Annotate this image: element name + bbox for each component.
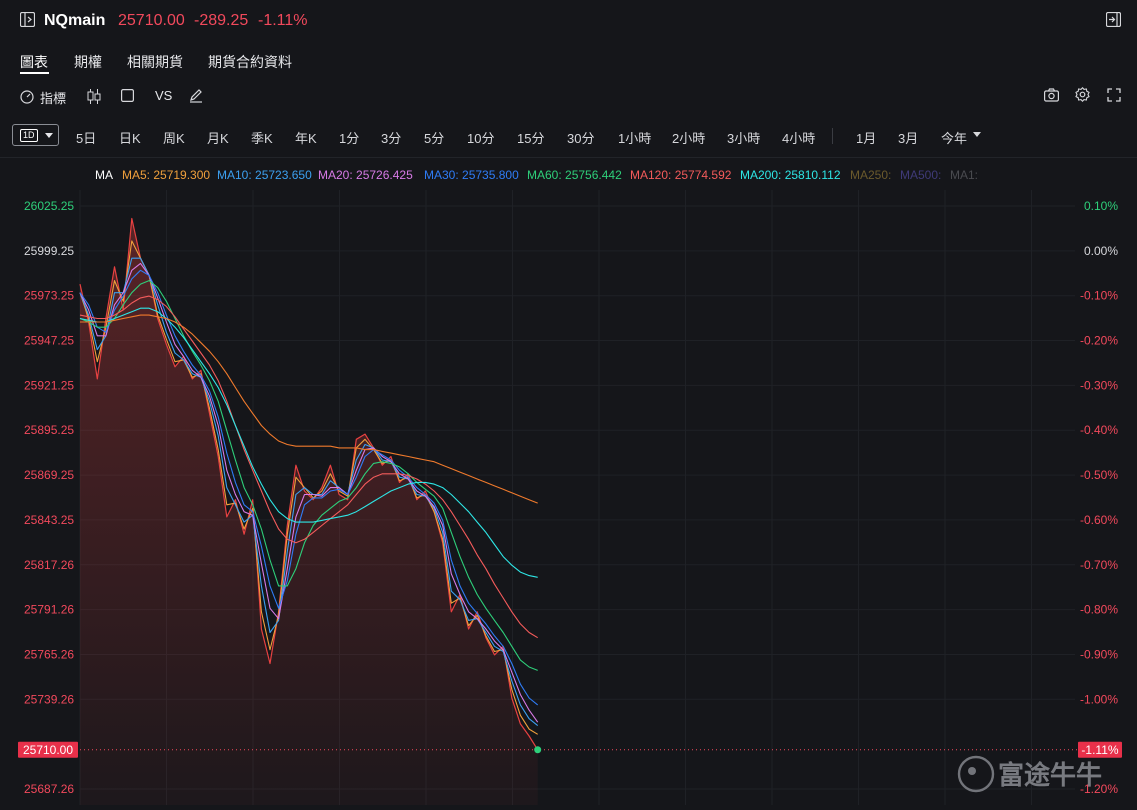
legend-ma30: MA30: 25735.800 <box>424 168 519 182</box>
y-tick-label-left: 25739.26 <box>24 692 74 706</box>
y-tick-label-left: 25869.25 <box>24 468 74 482</box>
legend-title: MA <box>95 168 113 182</box>
y-tick-label-left: 25791.26 <box>24 603 74 617</box>
legend-ma250: MA250: <box>850 168 892 182</box>
legend-ma10: MA10: 25723.650 <box>217 168 312 182</box>
legend-ma200: MA200: 25810.112 <box>740 168 841 182</box>
last-price-dot <box>534 746 542 754</box>
y-tick-label-left: 25973.25 <box>24 289 74 303</box>
legend-ma120: MA120: 25774.592 <box>630 168 732 182</box>
y-tick-label-right: -0.10% <box>1080 289 1118 303</box>
y-axis-left: 26025.25 25999.25 25973.25 25947.25 25921.25… <box>24 199 74 796</box>
last-price-pct-label: -1.11% <box>1081 743 1118 757</box>
y-tick-label-left: 25895.25 <box>24 423 74 437</box>
y-tick-label-right: -1.00% <box>1080 692 1118 706</box>
legend-ma5: MA5: 25719.300 <box>122 168 211 182</box>
y-tick-label-right: -0.50% <box>1080 468 1118 482</box>
y-tick-label-right: 0.00% <box>1084 244 1118 258</box>
y-tick-label-right: -0.40% <box>1080 423 1118 437</box>
watermark: 富途牛牛 <box>957 755 1102 793</box>
y-tick-label-right: -0.80% <box>1080 603 1118 617</box>
y-tick-label-left: 25817.26 <box>24 558 74 572</box>
y-tick-label-right: -0.20% <box>1080 334 1118 348</box>
last-price-label: 25710.00 <box>23 743 73 757</box>
y-tick-label-left: 25765.26 <box>24 647 74 661</box>
y-tick-label-right: -0.30% <box>1080 378 1118 392</box>
legend-ma20: MA20: 25726.425 <box>318 168 413 182</box>
y-tick-label-left: 25947.25 <box>24 334 74 348</box>
y-tick-label-left: 25843.25 <box>24 513 74 527</box>
y-tick-label-left: 25687.26 <box>24 782 74 796</box>
y-tick-label-right: -0.60% <box>1080 513 1118 527</box>
y-tick-label-right: 0.10% <box>1084 199 1118 213</box>
moomoo-logo <box>957 755 995 793</box>
legend-ma500: MA500: <box>900 168 942 182</box>
price-chart[interactable]: 26025.25 25999.25 25973.25 25947.25 25921.25… <box>0 0 1137 810</box>
y-tick-label-right: -0.70% <box>1080 558 1118 572</box>
legend-ma60: MA60: 25756.442 <box>527 168 622 182</box>
y-tick-label-left: 26025.25 <box>24 199 74 213</box>
y-tick-label-left: 25999.25 <box>24 244 74 258</box>
legend-ma1: MA1: <box>950 168 979 182</box>
y-axis-right: 0.10% 0.00% -0.10% -0.20% -0.30% -0.40% -0.50%… <box>1080 199 1118 796</box>
watermark-text: 富途牛牛 <box>998 760 1102 791</box>
y-tick-label-right: -0.90% <box>1080 647 1118 661</box>
y-tick-label-left: 25921.25 <box>24 378 74 392</box>
moomoo-logo-dot <box>968 767 976 775</box>
